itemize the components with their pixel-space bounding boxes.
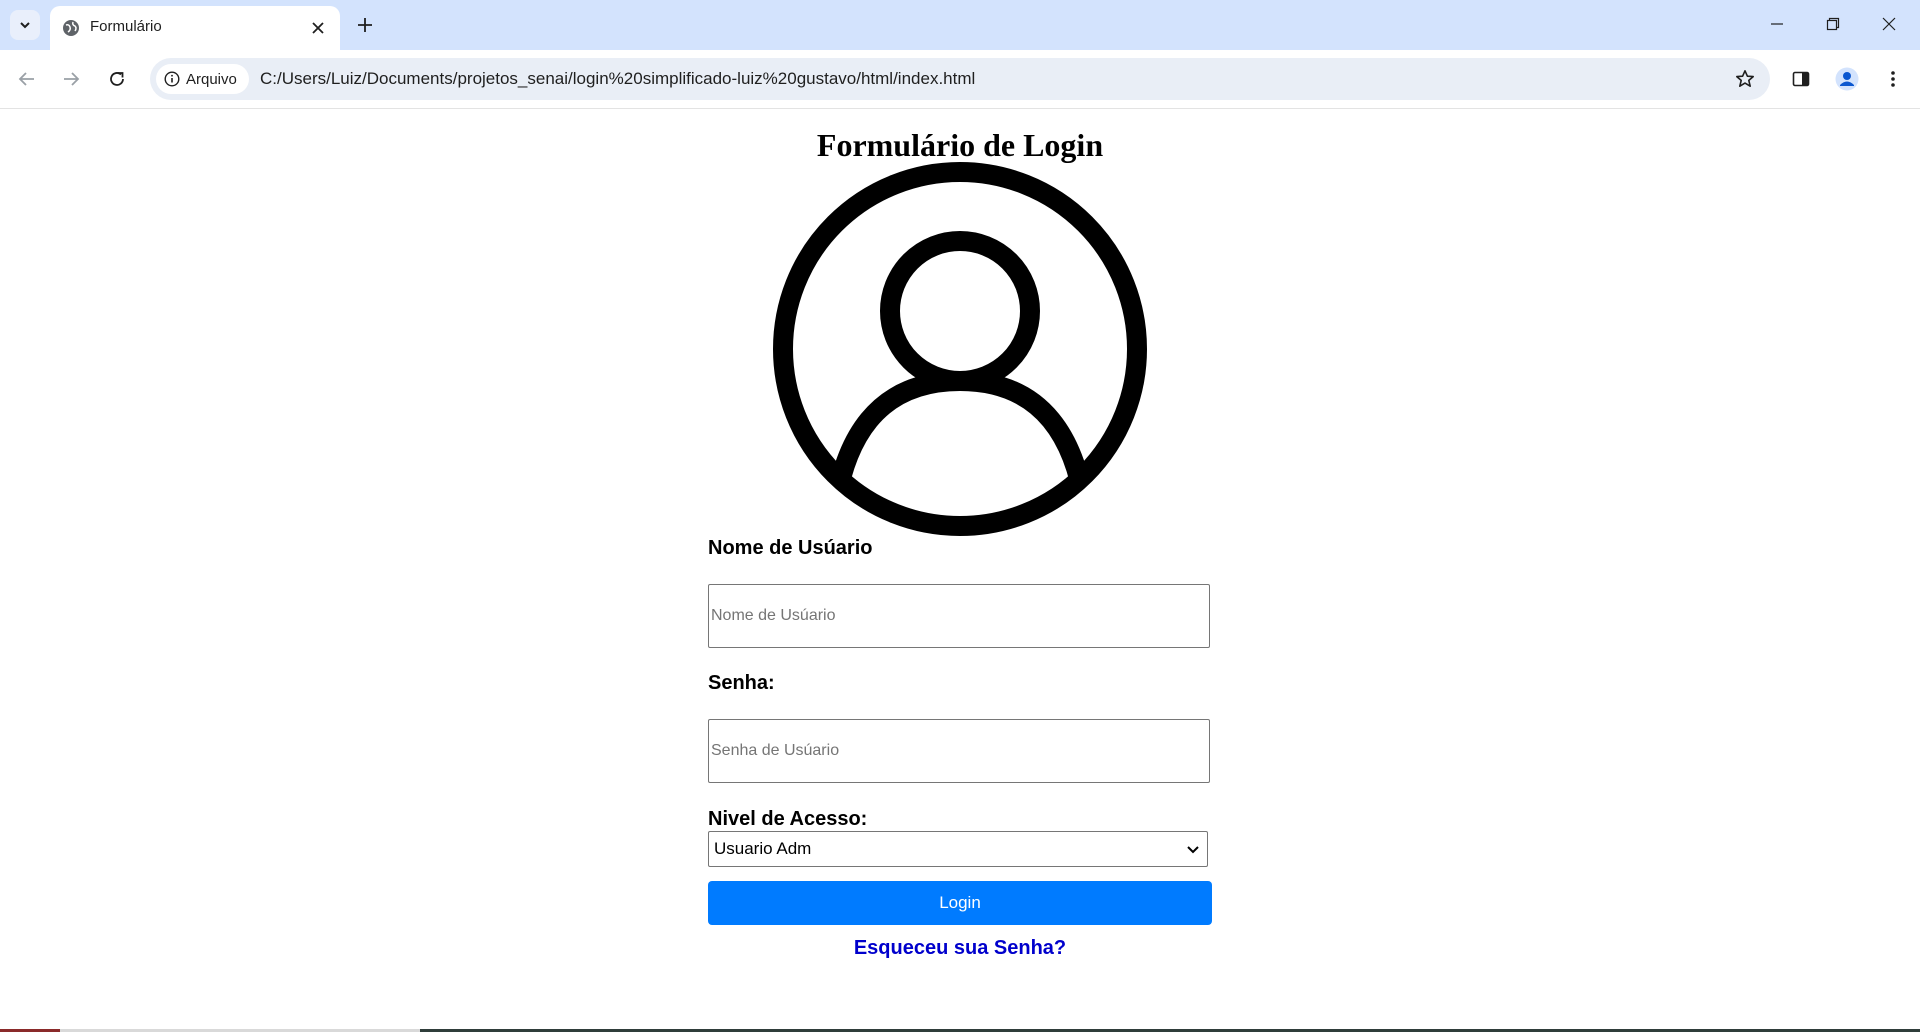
kebab-menu-icon <box>1891 71 1895 87</box>
info-icon <box>164 71 180 87</box>
password-label: Senha: <box>708 672 775 694</box>
close-window-button[interactable] <box>1866 8 1912 40</box>
reload-button[interactable] <box>102 64 132 94</box>
arrow-left-icon <box>18 72 34 86</box>
site-info-chip[interactable]: Arquivo <box>156 64 249 94</box>
restore-button[interactable] <box>1810 8 1856 40</box>
forgot-password-link[interactable]: Esqueceu sua Senha? <box>854 937 1066 959</box>
forgot-password-container: Esqueceu sua Senha? <box>0 937 1920 960</box>
side-panel-button[interactable] <box>1786 64 1816 94</box>
login-button[interactable]: Login <box>708 881 1212 925</box>
access-level-selected: Usuario Adm <box>714 839 812 858</box>
browser-toolbar: Arquivo C:/Users/Luiz/Documents/projetos… <box>0 50 1920 109</box>
username-label: Nome de Usúario <box>708 537 873 559</box>
close-icon <box>1882 17 1896 31</box>
access-level-select[interactable]: Usuario Adm <box>708 831 1208 867</box>
url-text[interactable]: C:/Users/Luiz/Documents/projetos_senai/l… <box>260 69 975 89</box>
globe-icon <box>63 20 79 36</box>
tab-title: Formulário <box>90 18 162 35</box>
menu-button[interactable] <box>1878 64 1908 94</box>
back-button[interactable] <box>12 64 42 94</box>
reload-icon <box>110 72 124 86</box>
plus-icon <box>358 18 372 32</box>
forward-button[interactable] <box>56 64 86 94</box>
tab-strip: Formulário <box>0 0 1920 50</box>
profile-icon <box>1835 67 1859 91</box>
page-content: Formulário de Login Nome de Usúario Senh… <box>0 109 1920 1032</box>
user-circle-icon <box>773 162 1147 536</box>
tab-search-button[interactable] <box>10 10 40 40</box>
chevron-down-icon <box>20 22 30 29</box>
chevron-down-icon <box>1187 846 1199 854</box>
close-tab-button[interactable] <box>308 18 328 38</box>
password-input[interactable] <box>708 719 1210 783</box>
access-level-label: Nivel de Acesso: <box>708 808 868 830</box>
browser-tab[interactable]: Formulário <box>50 6 340 50</box>
arrow-right-icon <box>64 72 80 86</box>
new-tab-button[interactable] <box>352 12 378 38</box>
profile-button[interactable] <box>1832 64 1862 94</box>
minimize-button[interactable] <box>1754 8 1800 40</box>
site-info-label: Arquivo <box>186 70 237 88</box>
address-bar[interactable]: Arquivo C:/Users/Luiz/Documents/projetos… <box>150 58 1770 100</box>
username-input[interactable] <box>708 584 1210 648</box>
close-icon <box>312 22 324 34</box>
bookmark-button[interactable] <box>1732 66 1758 92</box>
minimize-icon <box>1771 23 1783 25</box>
star-icon <box>1736 70 1754 87</box>
restore-icon <box>1826 17 1840 31</box>
side-panel-icon <box>1792 71 1810 87</box>
page-title: Formulário de Login <box>816 127 1104 163</box>
